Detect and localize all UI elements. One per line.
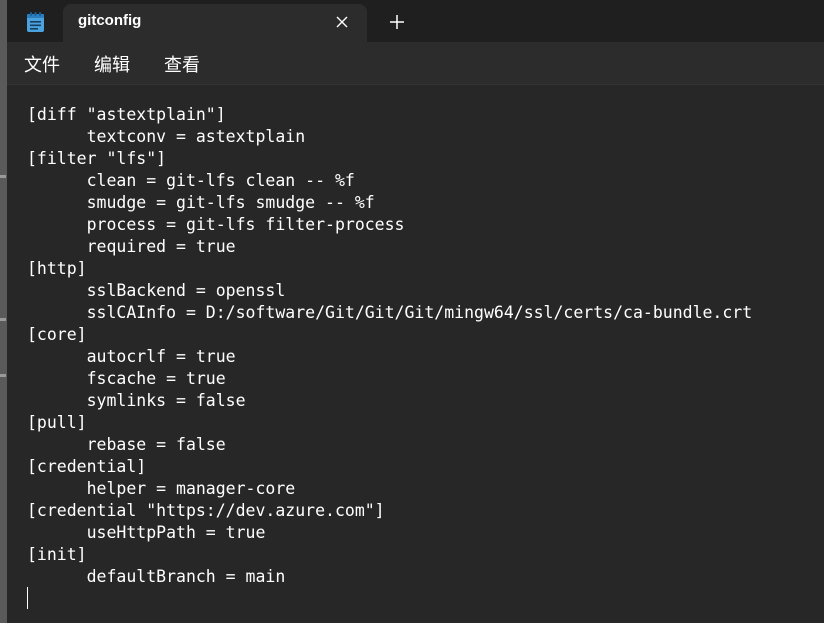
menu-bar: 文件 编辑 查看 <box>7 42 824 84</box>
menu-file[interactable]: 文件 <box>24 51 60 77</box>
close-icon[interactable] <box>333 13 351 31</box>
notepad-icon <box>27 12 44 32</box>
background-window-edge <box>0 0 7 623</box>
text-caret <box>27 587 28 609</box>
tab-title: gitconfig <box>78 12 142 29</box>
menu-edit[interactable]: 编辑 <box>94 51 130 77</box>
background-mark <box>0 374 6 377</box>
editor-content[interactable]: [diff "astextplain"] textconv = astextpl… <box>27 104 752 588</box>
background-mark <box>0 175 6 178</box>
tab-gitconfig[interactable]: gitconfig <box>63 4 367 42</box>
text-editor[interactable]: [diff "astextplain"] textconv = astextpl… <box>7 84 824 623</box>
menu-view[interactable]: 查看 <box>164 51 200 77</box>
notepad-window: gitconfig 文件 编辑 查看 [diff "astextplain"] … <box>0 0 824 623</box>
background-mark <box>0 318 6 321</box>
plus-icon[interactable] <box>387 12 407 32</box>
